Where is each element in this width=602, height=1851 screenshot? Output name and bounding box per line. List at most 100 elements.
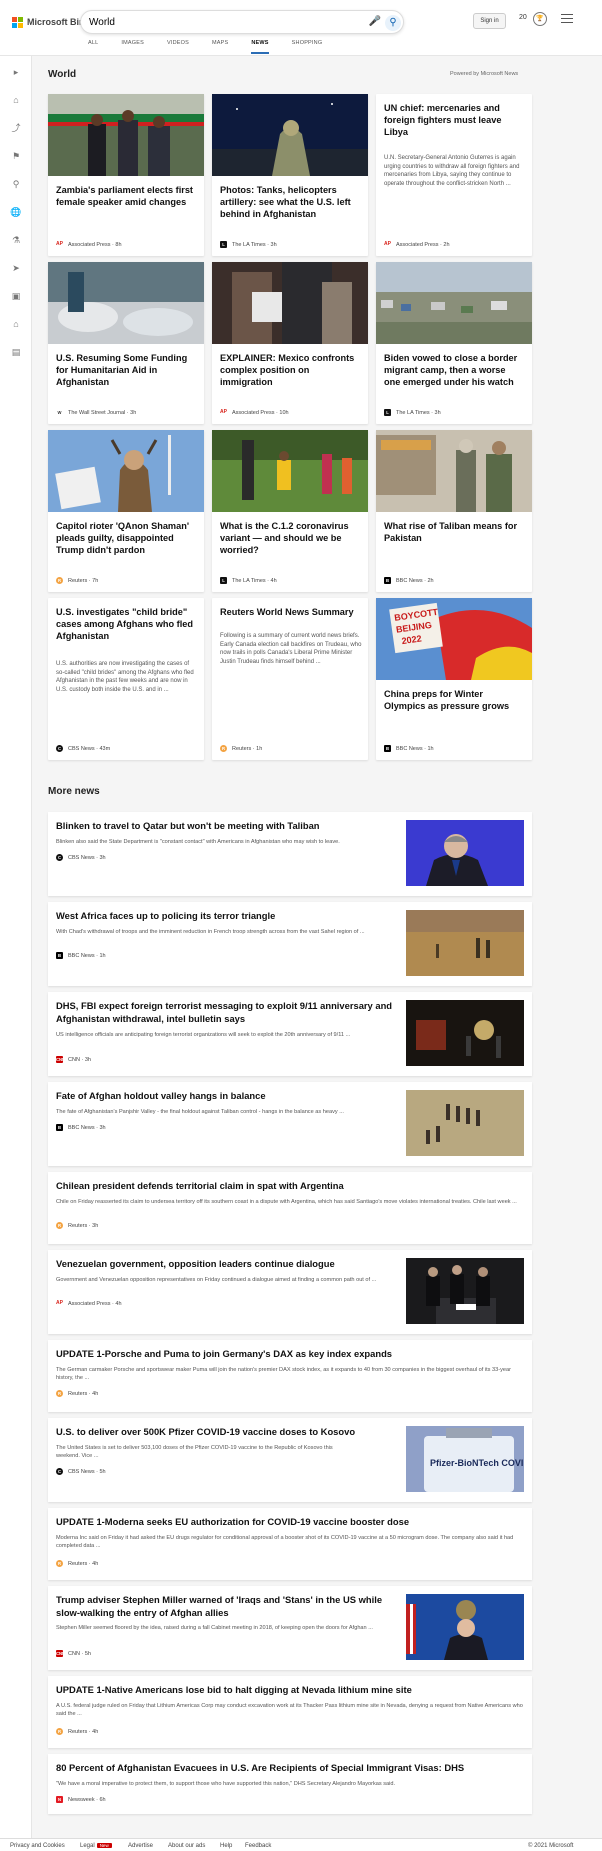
news-card[interactable]: Reuters World News Summary Following is … — [212, 598, 368, 760]
tab-videos[interactable]: VIDEOS — [167, 40, 189, 54]
item-title[interactable]: West Africa faces up to policing its ter… — [56, 910, 396, 923]
card-title[interactable]: EXPLAINER: Mexico confronts complex posi… — [220, 352, 360, 388]
home-icon[interactable]: ⌂ — [10, 94, 22, 106]
news-list-item[interactable]: U.S. to deliver over 500K Pfizer COVID-1… — [48, 1418, 532, 1502]
footer-link-feedback[interactable]: Feedback — [245, 1843, 271, 1849]
category-sidebar: ▸ ⌂ ⤴ ⚑ ⚲ 🌐 ⚗ ➤ ▣ ⌂ ▤ — [0, 56, 32, 1851]
card-source: B BBC News · 2h — [384, 577, 434, 584]
item-title[interactable]: Chilean president defends territorial cl… — [56, 1180, 524, 1193]
card-title[interactable]: Photos: Tanks, helicopters artillery: se… — [220, 184, 360, 220]
search-button[interactable]: ⚲ — [385, 15, 401, 31]
globe-icon[interactable]: 🌐 — [10, 206, 22, 218]
science-icon[interactable]: ⚗ — [10, 234, 22, 246]
card-title[interactable]: China preps for Winter Olympics as press… — [384, 688, 524, 712]
news-card[interactable]: What is the C.1.2 coronavirus variant — … — [212, 430, 368, 592]
reuters-logo-icon: R — [56, 577, 63, 584]
news-list-item[interactable]: Trump adviser Stephen Miller warned of '… — [48, 1586, 532, 1670]
card-title[interactable]: U.S. Resuming Some Funding for Humanitar… — [56, 352, 196, 388]
item-title[interactable]: Fate of Afghan holdout valley hangs in b… — [56, 1090, 396, 1103]
card-title[interactable]: Reuters World News Summary — [220, 606, 360, 618]
rocket-icon[interactable]: ➤ — [10, 262, 22, 274]
item-title[interactable]: UPDATE 1-Native Americans lose bid to ha… — [56, 1684, 524, 1697]
news-card[interactable]: BOYCOTT BEIJING 2022 China preps for Win… — [376, 598, 532, 760]
news-card[interactable]: EXPLAINER: Mexico confronts complex posi… — [212, 262, 368, 424]
news-list-item[interactable]: Venezuelan government, opposition leader… — [48, 1250, 532, 1334]
bank-icon[interactable]: ⌂ — [10, 318, 22, 330]
tab-images[interactable]: IMAGES — [121, 40, 144, 54]
item-title[interactable]: UPDATE 1-Porsche and Puma to join German… — [56, 1348, 524, 1361]
expand-chevron-icon[interactable]: ▸ — [10, 66, 22, 78]
footer-link-help[interactable]: Help — [220, 1843, 232, 1849]
tab-all[interactable]: ALL — [88, 40, 98, 54]
ap-logo-icon: AP — [56, 241, 63, 248]
money-icon[interactable]: ▤ — [10, 346, 22, 358]
tab-maps[interactable]: MAPS — [212, 40, 228, 54]
rewards-trophy-icon[interactable]: 🏆 — [533, 12, 547, 26]
sign-in-button[interactable]: Sign in — [473, 13, 506, 29]
card-title[interactable]: Zambia's parliament elects first female … — [56, 184, 196, 208]
card-title[interactable]: Capitol rioter 'QAnon Shaman' pleads gui… — [56, 520, 196, 556]
boycott-beijing-photo: BOYCOTT BEIJING 2022 — [376, 598, 532, 680]
hamburger-menu-icon[interactable] — [561, 14, 573, 24]
news-list-item[interactable]: Fate of Afghan holdout valley hangs in b… — [48, 1082, 532, 1166]
item-title[interactable]: 80 Percent of Afghanistan Evacuees in U.… — [56, 1762, 524, 1775]
card-source: AP Associated Press · 10h — [220, 409, 289, 416]
tab-shopping[interactable]: SHOPPING — [292, 40, 323, 54]
news-list-item[interactable]: Blinken to travel to Qatar but won't be … — [48, 812, 532, 896]
film-icon[interactable]: ▣ — [10, 290, 22, 302]
news-list-item[interactable]: West Africa faces up to policing its ter… — [48, 902, 532, 986]
item-source: R Reuters · 4h — [56, 1390, 99, 1397]
news-list-item[interactable]: Chilean president defends territorial cl… — [48, 1172, 532, 1244]
tab-news[interactable]: NEWS — [251, 40, 269, 54]
migrant-camp-photo — [376, 262, 532, 344]
news-list-item[interactable]: DHS, FBI expect foreign terrorist messag… — [48, 992, 532, 1076]
news-card[interactable]: What rise of Taliban means for Pakistan … — [376, 430, 532, 592]
item-source: CNN CNN · 5h — [56, 1650, 91, 1657]
footer-link-privacy[interactable]: Privacy and Cookies — [10, 1843, 65, 1849]
footer-link-legal[interactable]: Legal New — [80, 1843, 112, 1849]
item-title[interactable]: DHS, FBI expect foreign terrorist messag… — [56, 1000, 396, 1025]
location-pin-icon[interactable]: ⚲ — [10, 178, 22, 190]
item-source: AP Associated Press · 4h — [56, 1300, 122, 1307]
search-box: 🎤 ⚲ — [80, 10, 404, 34]
search-tabs: ALL IMAGES VIDEOS MAPS NEWS SHOPPING — [88, 40, 345, 54]
item-snippet: A U.S. federal judge ruled on Friday tha… — [56, 1703, 523, 1717]
news-card[interactable]: U.S. Resuming Some Funding for Humanitar… — [48, 262, 204, 424]
news-card[interactable]: UN chief: mercenaries and foreign fighte… — [376, 94, 532, 256]
reuters-logo-icon: R — [56, 1390, 63, 1397]
soldier-night-photo — [212, 94, 368, 176]
microphone-icon[interactable]: 🎤 — [368, 16, 382, 30]
newsweek-logo-icon: N — [56, 1796, 63, 1803]
trending-icon[interactable]: ⤴ — [10, 122, 22, 134]
card-title[interactable]: Biden vowed to close a border migrant ca… — [384, 352, 524, 388]
item-title[interactable]: Blinken to travel to Qatar but won't be … — [56, 820, 396, 833]
item-title[interactable]: UPDATE 1-Moderna seeks EU authorization … — [56, 1516, 524, 1529]
search-input[interactable] — [89, 14, 359, 30]
bing-logo[interactable]: Microsoft Bing — [12, 15, 90, 29]
section-title-more-news: More news — [48, 786, 100, 797]
news-list-item[interactable]: UPDATE 1-Moderna seeks EU authorization … — [48, 1508, 532, 1580]
cbs-logo-icon: C — [56, 745, 63, 752]
item-title[interactable]: Trump adviser Stephen Miller warned of '… — [56, 1594, 396, 1619]
venezuela-dialogue-photo — [406, 1258, 524, 1324]
news-card[interactable]: Capitol rioter 'QAnon Shaman' pleads gui… — [48, 430, 204, 592]
footer-link-advertise[interactable]: Advertise — [128, 1843, 153, 1849]
news-list-item[interactable]: UPDATE 1-Native Americans lose bid to ha… — [48, 1676, 532, 1748]
news-list-item[interactable]: UPDATE 1-Porsche and Puma to join German… — [48, 1340, 532, 1412]
card-title[interactable]: What is the C.1.2 coronavirus variant — … — [220, 520, 360, 556]
news-card[interactable]: U.S. investigates "child bride" cases am… — [48, 598, 204, 760]
news-card[interactable]: Photos: Tanks, helicopters artillery: se… — [212, 94, 368, 256]
news-list-item[interactable]: 80 Percent of Afghanistan Evacuees in U.… — [48, 1754, 532, 1814]
flag-icon[interactable]: ⚑ — [10, 150, 22, 162]
rewards-count[interactable]: 20 — [519, 14, 527, 21]
item-title[interactable]: Venezuelan government, opposition leader… — [56, 1258, 396, 1271]
blinken-photo — [406, 820, 524, 886]
card-title[interactable]: What rise of Taliban means for Pakistan — [384, 520, 524, 544]
item-title[interactable]: U.S. to deliver over 500K Pfizer COVID-1… — [56, 1426, 396, 1439]
card-title[interactable]: UN chief: mercenaries and foreign fighte… — [384, 102, 524, 138]
footer-link-about-ads[interactable]: About our ads — [168, 1843, 205, 1849]
news-card[interactable]: Zambia's parliament elects first female … — [48, 94, 204, 256]
card-title[interactable]: U.S. investigates "child bride" cases am… — [56, 606, 196, 642]
news-card[interactable]: Biden vowed to close a border migrant ca… — [376, 262, 532, 424]
powered-by-text: Powered by Microsoft News — [450, 71, 519, 77]
